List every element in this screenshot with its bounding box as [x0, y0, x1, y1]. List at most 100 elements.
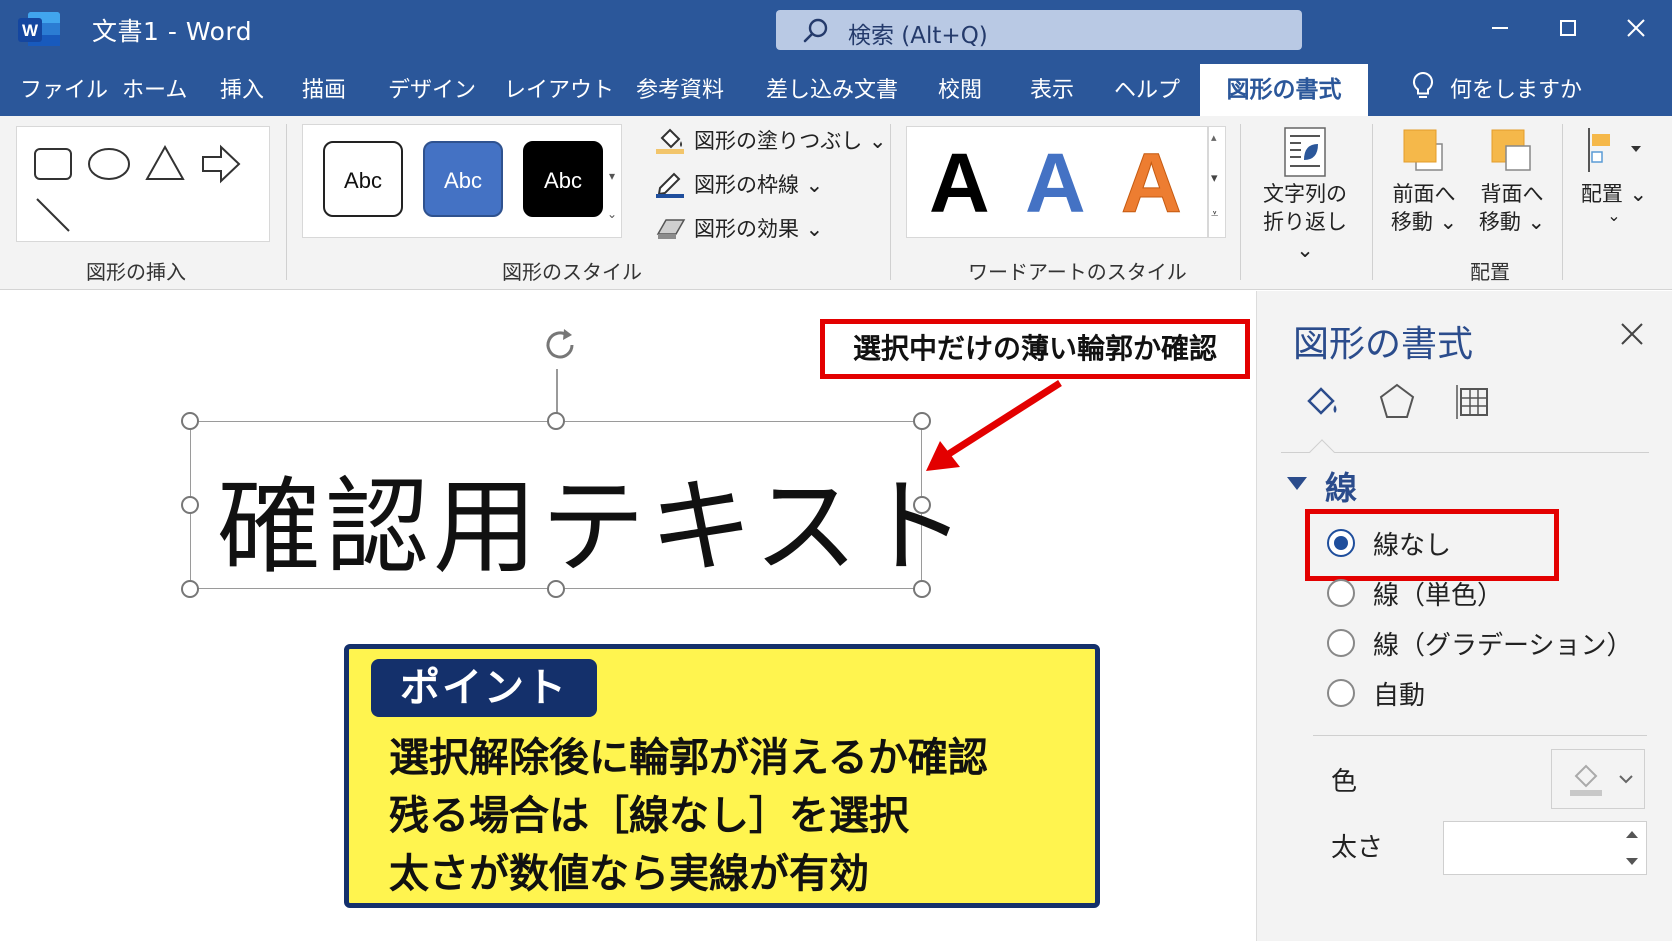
point-line-3: 太さが数値なら実線が有効 — [389, 851, 869, 897]
point-badge: ポイント — [371, 659, 597, 717]
maximize-button[interactable] — [1546, 8, 1590, 48]
arrow-shape-icon[interactable] — [202, 144, 241, 184]
radio-solid-line-label: 線（単色） — [1373, 581, 1504, 611]
shape-style-gallery: Abc Abc Abc ▾ ⌄ — [302, 124, 622, 238]
wordart-orange[interactable]: A — [1121, 133, 1183, 233]
size-layout-tab-icon[interactable] — [1451, 379, 1495, 423]
annotation-callout: 選択中だけの薄い輪郭か確認 — [820, 319, 1250, 379]
send-backward-label-1: 背面へ — [1480, 182, 1544, 206]
pane-divider — [1313, 735, 1647, 736]
wrap-text-label-2: 折り返し ⌄ — [1263, 210, 1347, 262]
width-label: 太さ — [1331, 833, 1384, 863]
minimize-icon — [1492, 27, 1508, 29]
shape-fill-label: 図形の塗りつぶし ⌄ — [694, 129, 887, 153]
close-icon[interactable] — [1617, 319, 1647, 349]
style-preset-black[interactable]: Abc — [523, 141, 603, 217]
shape-gallery — [16, 126, 270, 242]
bring-forward-label-2: 移動 ⌄ — [1390, 210, 1458, 234]
radio-button-checked[interactable] — [1327, 529, 1355, 557]
send-backward-icon — [1491, 129, 1531, 171]
wordart-gallery: A A A — [906, 126, 1208, 238]
tab-mailings[interactable]: 差し込み文書 — [766, 72, 898, 104]
width-spin-up-icon[interactable] — [1618, 822, 1646, 848]
tab-home[interactable]: ホーム — [122, 72, 187, 104]
search-placeholder: 検索 (Alt+Q) — [848, 23, 988, 49]
wordart-black[interactable]: A — [929, 133, 990, 233]
tell-me-label: 何をしますか — [1450, 78, 1583, 103]
format-shape-pane: 図形の書式 線 線なし 線（単色） 線（グラデーション） 自動 色 太さ — [1256, 291, 1672, 941]
radio-button[interactable] — [1327, 629, 1355, 657]
scroll-up-icon[interactable]: ▴ — [1211, 131, 1217, 144]
ribbon: 図形の挿入 Abc Abc Abc ▾ ⌄ 図形の塗りつぶし ⌄ 図形の枠線 ⌄ — [0, 116, 1672, 290]
search-input[interactable]: 検索 (Alt+Q) — [776, 10, 1302, 50]
line-shape-icon[interactable] — [36, 198, 70, 232]
pane-title: 図形の書式 — [1293, 324, 1474, 365]
wordart-styles-group-label: ワードアートのスタイル — [968, 260, 1187, 284]
paint-bucket-icon — [656, 128, 684, 154]
wrap-text-button[interactable]: 文字列の 折り返し ⌄ — [1256, 124, 1354, 264]
gallery-expand-icon[interactable]: ⌄ — [605, 207, 619, 221]
tab-view[interactable]: 表示 — [1030, 72, 1074, 104]
scroll-down-icon[interactable]: ▾ — [1211, 171, 1218, 186]
resize-handle-bottom-right[interactable] — [913, 580, 931, 598]
triangle-shape-icon[interactable] — [145, 144, 185, 180]
word-logo-icon: W — [18, 12, 60, 46]
document-title: 文書1 - Word — [92, 17, 253, 46]
tab-review[interactable]: 校閲 — [938, 72, 982, 104]
wrap-text-label-1: 文字列の — [1263, 182, 1347, 206]
title-bar: W 文書1 - Word 検索 (Alt+Q) — [0, 0, 1672, 58]
pane-tab-divider — [1281, 452, 1649, 453]
tab-design[interactable]: デザイン — [388, 72, 476, 104]
point-note-box: ポイント 選択解除後に輪郭が消えるか確認 残る場合は［線なし］を選択 太さが数値… — [344, 644, 1100, 908]
wrap-text-icon — [1284, 127, 1326, 177]
resize-handle-bottom[interactable] — [547, 580, 565, 598]
resize-handle-top[interactable] — [547, 412, 565, 430]
tab-layout[interactable]: レイアウト — [504, 72, 614, 104]
align-icon — [1588, 128, 1641, 172]
rotate-handle-icon[interactable] — [536, 321, 584, 369]
gallery-scroll-down-icon[interactable]: ▾ — [605, 169, 619, 183]
arrange-group-label: 配置 — [1470, 260, 1510, 284]
close-window-button[interactable] — [1614, 8, 1658, 48]
text-box-content[interactable]: 確認用テキスト — [217, 442, 970, 593]
text-box[interactable]: 確認用テキスト — [190, 421, 966, 589]
resize-handle-bottom-left[interactable] — [181, 580, 199, 598]
ribbon-separator — [1240, 124, 1241, 280]
resize-handle-top-left[interactable] — [181, 412, 199, 430]
wordart-blue[interactable]: A — [1025, 133, 1086, 233]
style-preset-white[interactable]: Abc — [323, 141, 403, 217]
resize-handle-left[interactable] — [181, 496, 199, 514]
pen-color-icon — [1570, 764, 1633, 796]
bring-forward-button[interactable]: 前面へ 移動 ⌄ — [1384, 124, 1464, 236]
resize-handle-right[interactable] — [913, 496, 931, 514]
bring-forward-label-1: 前面へ — [1392, 182, 1456, 206]
radio-button[interactable] — [1327, 579, 1355, 607]
close-icon — [1627, 19, 1645, 37]
svg-text:W: W — [22, 21, 39, 40]
callout-arrow-icon — [926, 380, 1062, 471]
lightbulb-icon — [1412, 71, 1434, 98]
style-preset-blue[interactable]: Abc — [423, 141, 503, 217]
tab-draw[interactable]: 描画 — [302, 72, 346, 104]
line-width-input[interactable] — [1443, 821, 1647, 875]
line-color-dropdown[interactable] — [1551, 749, 1645, 809]
tab-shape-format[interactable]: 図形の書式 — [1200, 64, 1368, 116]
align-button[interactable]: 配置 ⌄ ⌄ — [1572, 124, 1656, 224]
point-line-1: 選択解除後に輪郭が消えるか確認 — [389, 735, 988, 781]
expand-gallery-icon[interactable]: ⩡ — [1211, 207, 1218, 222]
fill-line-tab-icon[interactable] — [1301, 379, 1345, 423]
rectangle-shape-icon[interactable] — [34, 148, 72, 180]
tab-file[interactable]: ファイル — [20, 72, 108, 104]
send-backward-button[interactable]: 背面へ 移動 ⌄ — [1472, 124, 1552, 236]
tab-references[interactable]: 参考資料 — [636, 72, 724, 104]
effects-pentagon-tab-icon[interactable] — [1375, 379, 1419, 423]
ribbon-tabs: ファイル ホーム 挿入 描画 デザイン レイアウト 参考資料 差し込み文書 校閲… — [0, 58, 1672, 116]
radio-button[interactable] — [1327, 679, 1355, 707]
minimize-button[interactable] — [1478, 8, 1522, 48]
wordart-gallery-scroll[interactable]: ▴ ▾ ⩡ — [1208, 126, 1226, 238]
align-label: 配置 ⌄ — [1580, 182, 1648, 206]
tab-insert[interactable]: 挿入 — [220, 72, 264, 104]
tab-help[interactable]: ヘルプ — [1114, 72, 1180, 104]
width-spin-down-icon[interactable] — [1618, 848, 1646, 874]
oval-shape-icon[interactable] — [88, 148, 130, 180]
